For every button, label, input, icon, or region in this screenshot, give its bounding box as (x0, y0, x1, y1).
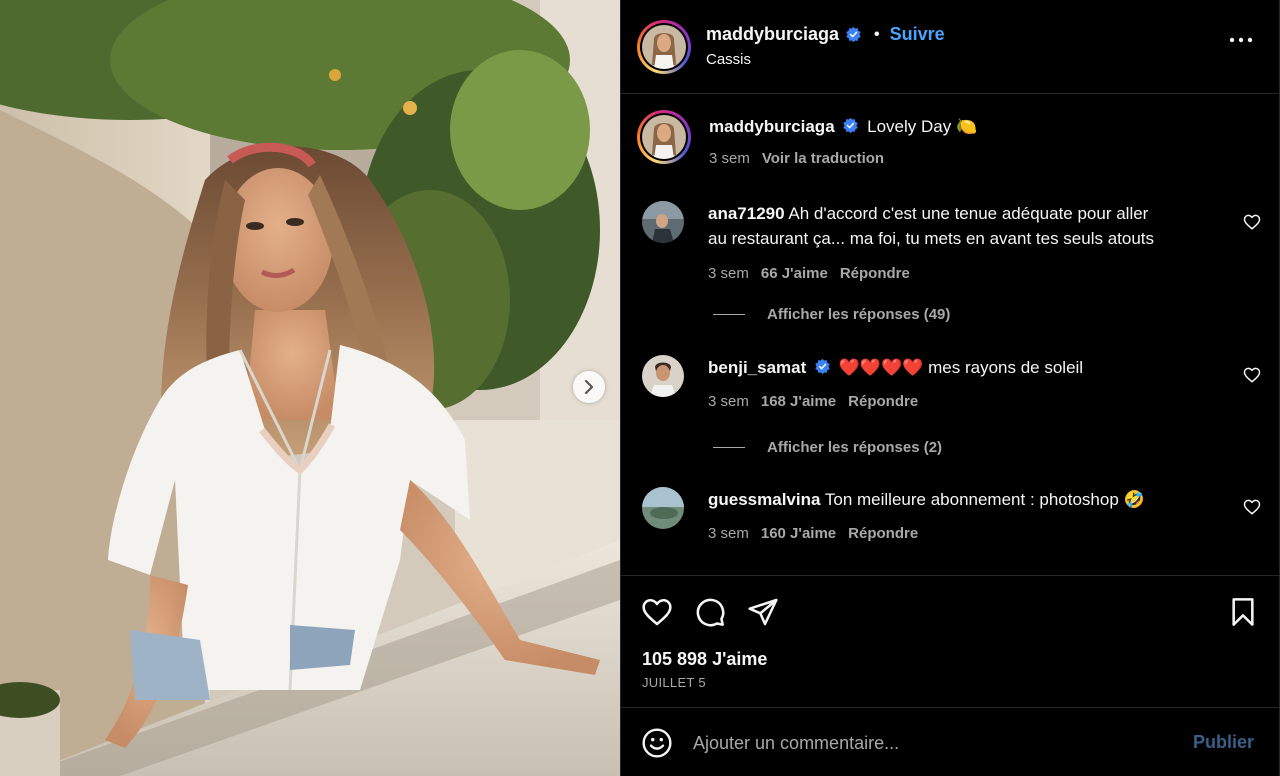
view-replies-label: Afficher les réponses (2) (767, 439, 943, 456)
author-avatar[interactable] (637, 20, 691, 74)
replies-divider (713, 314, 745, 315)
caption-username[interactable]: maddyburciaga (709, 117, 835, 136)
comment-item: ana71290 Ah d'accord c'est une tenue adé… (621, 199, 1279, 289)
comment-composer: Publier (621, 707, 1279, 776)
send-icon[interactable] (747, 596, 779, 628)
post-details-panel: maddyburciaga • Suivre Cassis maddyburci… (620, 0, 1280, 776)
comment-body: ❤️❤️❤️❤️ mes rayons de soleil (838, 358, 1084, 377)
header-separator: • (874, 25, 880, 43)
view-replies-button[interactable]: Afficher les réponses (49) (713, 306, 950, 323)
caption-avatar[interactable] (637, 110, 691, 164)
comment-input[interactable] (693, 728, 1173, 758)
comment-likes[interactable]: 66 J'aime (761, 265, 828, 282)
comment-text: benji_samat ❤️❤️❤️❤️ mes rayons de solei… (708, 355, 1238, 380)
comment-meta: 3 sem 66 J'aime Répondre (708, 265, 910, 282)
photo-scene (0, 0, 620, 776)
comment-time: 3 sem (708, 525, 749, 542)
caption-time: 3 sem (709, 150, 750, 167)
caption-avatar-image (642, 115, 686, 159)
emoji-icon[interactable] (641, 727, 673, 759)
commenter-avatar[interactable] (642, 201, 684, 243)
next-photo-button[interactable] (573, 371, 605, 403)
bookmark-icon[interactable] (1227, 596, 1259, 628)
comment-meta: 3 sem 168 J'aime Répondre (708, 393, 918, 410)
follow-button[interactable]: Suivre (890, 24, 945, 45)
comment-icon[interactable] (694, 596, 726, 628)
heart-icon[interactable] (641, 596, 673, 628)
verified-badge-icon (846, 26, 861, 43)
commenter-avatar[interactable] (642, 487, 684, 529)
view-replies-label: Afficher les réponses (49) (767, 306, 951, 323)
caption-body: Lovely Day 🍋 (867, 117, 978, 136)
heart-icon[interactable] (1243, 366, 1261, 384)
comment-time: 3 sem (708, 393, 749, 410)
likes-count[interactable]: 105 898 J'aime (642, 649, 767, 670)
comment-likes[interactable]: 168 J'aime (761, 393, 836, 410)
comment-text: ana71290 Ah d'accord c'est une tenue adé… (708, 201, 1238, 251)
comment-username[interactable]: ana71290 (708, 204, 785, 223)
author-username[interactable]: maddyburciaga (706, 24, 839, 45)
commenter-avatar-image (642, 487, 684, 529)
post-actions: 105 898 J'aime JUILLET 5 (621, 575, 1279, 707)
comment-body-line1: Ah d'accord c'est une tenue adéquate pou… (788, 204, 1149, 223)
caption: maddyburciaga Lovely Day 🍋 3 sem Voir la… (621, 110, 1279, 180)
post-header: maddyburciaga • Suivre Cassis (621, 0, 1279, 94)
replies-divider (713, 447, 745, 448)
translate-link[interactable]: Voir la traduction (762, 150, 884, 167)
author-avatar-image (642, 25, 686, 69)
verified-badge-icon (843, 117, 859, 134)
commenter-avatar-image (642, 201, 684, 243)
comment-meta: 3 sem 160 J'aime Répondre (708, 525, 918, 542)
post-date: JUILLET 5 (642, 675, 706, 690)
reply-button[interactable]: Répondre (848, 525, 918, 542)
comment-username[interactable]: benji_samat (708, 358, 806, 377)
post-location[interactable]: Cassis (706, 51, 751, 68)
more-horizontal-icon[interactable] (1228, 30, 1254, 50)
chevron-right-icon (584, 380, 594, 394)
reply-button[interactable]: Répondre (848, 393, 918, 410)
verified-badge-icon (815, 358, 830, 375)
comment-text: guessmalvina Ton meilleure abonnement : … (708, 487, 1238, 512)
post-author: maddyburciaga • Suivre (706, 24, 945, 45)
heart-icon[interactable] (1243, 498, 1261, 516)
comment-username[interactable]: guessmalvina (708, 490, 820, 509)
reply-button[interactable]: Répondre (840, 265, 910, 282)
post-photo[interactable] (0, 0, 620, 776)
caption-meta: 3 sem Voir la traduction (709, 150, 884, 167)
publish-button[interactable]: Publier (1193, 732, 1254, 753)
commenter-avatar-image (642, 355, 684, 397)
post-viewer: maddyburciaga • Suivre Cassis maddyburci… (0, 0, 1280, 776)
heart-icon[interactable] (1243, 213, 1261, 231)
view-replies-button[interactable]: Afficher les réponses (2) (713, 439, 942, 456)
comment-item: guessmalvina Ton meilleure abonnement : … (621, 487, 1279, 547)
comment-item: benji_samat ❤️❤️❤️❤️ mes rayons de solei… (621, 355, 1279, 415)
comment-body: Ton meilleure abonnement : photoshop 🤣 (824, 490, 1145, 509)
caption-text: maddyburciaga Lovely Day 🍋 (709, 114, 1239, 139)
comment-body-line2: au restaurant ça... ma foi, tu mets en a… (708, 229, 1155, 248)
comment-likes[interactable]: 160 J'aime (761, 525, 836, 542)
comments-list: maddyburciaga Lovely Day 🍋 3 sem Voir la… (621, 95, 1279, 575)
commenter-avatar[interactable] (642, 355, 684, 397)
comment-time: 3 sem (708, 265, 749, 282)
